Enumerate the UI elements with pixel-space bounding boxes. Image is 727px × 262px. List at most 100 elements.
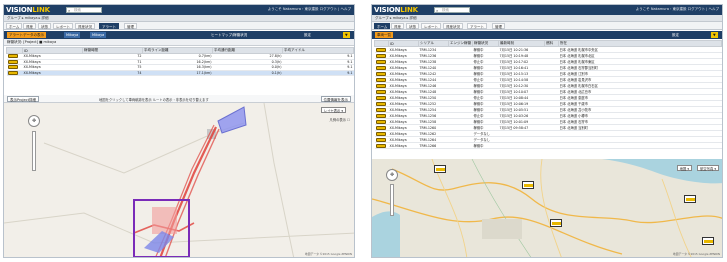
tab-alerts[interactable]: アラート [467, 23, 487, 29]
top-bar: VISIONLINK ⌕ 検索 ようこそ Nakamura・東京建設 ログアウト… [372, 5, 722, 15]
tab-home[interactable]: ホーム [6, 23, 23, 29]
truck-icon [375, 119, 386, 124]
breadcrumb: グループ ▸ mikaya ▸ 詳細 [4, 15, 354, 22]
vehicle-marker[interactable] [702, 237, 714, 245]
truck-icon [375, 101, 386, 106]
tab-asset-status[interactable]: 資産状況 [75, 23, 95, 29]
asset-table: ID 稼働時間 平均ライン距離 平均通行距離 平均アイドル XX-Mikaya … [6, 47, 354, 76]
search-icon: ⌕ [68, 8, 71, 13]
vehicle-icon [374, 142, 389, 149]
table-row-selected[interactable]: XX-Mikaya 74 17.1(km) 0.1(h) 9.1 [6, 70, 354, 76]
project-bar: 稼働状況: [Project] ■ mikaya [4, 39, 354, 46]
project-bar-text: 稼働状況: [Project] ■ mikaya [7, 40, 57, 44]
alert-data-button[interactable]: アラートデータの表示 [7, 32, 46, 38]
table-body: XX-Mikaya TRM-1234 稼働中 7月15日 10:21:36 日本 北海道… [374, 46, 722, 149]
truck-icon [375, 125, 386, 130]
vehicle-marker[interactable] [550, 219, 562, 227]
tab-reports[interactable]: レポート [421, 23, 441, 29]
layer-button[interactable]: レイヤ表示 ▾ [320, 107, 346, 113]
tab-alerts[interactable]: アラート [99, 23, 119, 29]
main-tabs: ホーム 資産 状態 レポート 資産状況 アラート 管理 [4, 22, 354, 30]
asset-list-button[interactable]: 車両一覧 [375, 32, 393, 38]
search-placeholder: 検索 [442, 8, 449, 12]
map-toolbar: 表示Project詳細 地図をクリックして車両軌跡を表示 ルートの表示・非表示を… [4, 95, 354, 103]
logo[interactable]: VISIONLINK [374, 6, 418, 14]
zoom-slider[interactable] [390, 184, 394, 216]
user-info[interactable]: ようこそ Nakamura・東京建設 ログアウト | ヘルプ [636, 7, 719, 12]
cell-location [558, 142, 722, 149]
sea-area [372, 211, 400, 257]
search-icon: ⌕ [436, 8, 439, 13]
tab-admin[interactable]: 管理 [492, 23, 505, 29]
truck-icon [375, 47, 386, 52]
top-bar: VISIONLINK ⌕ 検索 ようこそ Nakamura・東京建設 ログアウト… [4, 5, 354, 15]
breadcrumb: グループ ▸ mikaya ▸ 詳細 [372, 15, 722, 22]
cell-serial: TRM-1266 [418, 142, 449, 149]
asset-map[interactable]: ✥ 地図 ▾ 航空写真 ▾ 地図データ ©2015 Google ZENRIN [372, 159, 722, 257]
location-info-button[interactable]: 位置情報を表示 [320, 96, 351, 102]
tab-reports[interactable]: レポート [53, 23, 73, 29]
cell-idle: 9.1 [282, 70, 354, 76]
map-type-button[interactable]: 地図 ▾ [676, 165, 692, 171]
truck-icon [375, 71, 386, 76]
project-select-2[interactable]: Mikaya [90, 32, 107, 38]
breadcrumb-text[interactable]: グループ ▸ mikaya ▸ 詳細 [7, 16, 48, 21]
compass-icon: ✥ [32, 118, 37, 124]
logo-text-1: VISION [6, 6, 33, 14]
pan-control[interactable]: ✥ [28, 115, 40, 127]
project-detail-button[interactable]: 表示Project詳細 [7, 96, 39, 102]
truck-icon [7, 59, 18, 64]
map-canvas[interactable] [4, 103, 354, 257]
cell-engine [448, 142, 473, 149]
truck-icon [375, 143, 386, 148]
vehicle-marker[interactable] [434, 165, 446, 173]
map-copyright: 地図データ ©2015 Google ZENRIN [304, 252, 352, 256]
project-select-1[interactable]: Mikaya [64, 32, 81, 38]
user-info[interactable]: ようこそ Nakamura・東京建設 ログアウト | ヘルプ [268, 7, 351, 12]
tab-admin[interactable]: 管理 [124, 23, 137, 29]
logo[interactable]: VISIONLINK [6, 6, 50, 14]
truck-icon [375, 53, 386, 58]
truck-icon [7, 65, 18, 70]
tab-assets[interactable]: 資産 [391, 23, 404, 29]
cell-line-distance: 17.1(km) [142, 70, 213, 76]
settings-button[interactable]: 設定 [670, 32, 681, 38]
left-panel: VISIONLINK ⌕ 検索 ようこそ Nakamura・東京建設 ログアウト… [3, 4, 355, 258]
satellite-button[interactable]: 航空写真 ▾ [697, 165, 719, 171]
pan-control[interactable]: ✥ [386, 169, 398, 181]
table-row[interactable]: XX-Mikaya TRM-1266 稼働中 [374, 142, 722, 149]
vehicle-marker[interactable] [684, 195, 696, 203]
map-background [4, 103, 354, 257]
tab-home[interactable]: ホーム [374, 23, 391, 29]
legend-toggle[interactable]: 凡例の表示 ☐ [330, 117, 351, 122]
tab-status[interactable]: 状態 [406, 23, 419, 29]
route-map[interactable]: 表示Project詳細 地図をクリックして車両軌跡を表示 ルートの表示・非表示を… [4, 95, 354, 257]
geofence-red[interactable] [152, 207, 177, 234]
zoom-slider[interactable] [32, 131, 36, 171]
tab-status[interactable]: 状態 [38, 23, 51, 29]
map-canvas[interactable] [372, 159, 722, 257]
asset-table: ID シリアル エンジン稼働 稼働状況 最新時刻 燃料 所在 XX-Mikaya… [374, 40, 722, 149]
toolbar: 車両一覧 設定 ▼ [372, 31, 722, 39]
col-engine[interactable]: エンジン稼働 [448, 40, 473, 47]
breadcrumb-text[interactable]: グループ ▸ mikaya ▸ 詳細 [375, 16, 416, 21]
truck-icon [7, 54, 18, 59]
truck-icon [375, 95, 386, 100]
tab-assets[interactable]: 資産 [23, 23, 36, 29]
filter-icon[interactable]: ▼ [343, 32, 350, 38]
right-panel: VISIONLINK ⌕ 検索 ようこそ Nakamura・東京建設 ログアウト… [371, 4, 723, 258]
logo-text-1: VISION [374, 6, 401, 14]
logo-text-2: LINK [400, 6, 418, 14]
truck-icon [436, 168, 445, 171]
search-input[interactable]: ⌕ 検索 [434, 7, 470, 13]
truck-icon [552, 222, 561, 225]
map-copyright: 地図データ ©2015 Google ZENRIN [672, 252, 720, 256]
tab-asset-status[interactable]: 資産状況 [443, 23, 463, 29]
search-input[interactable]: ⌕ 検索 [66, 7, 102, 13]
vehicle-marker[interactable] [522, 181, 534, 189]
logo-text-2: LINK [32, 6, 50, 14]
heatmap-button[interactable]: ヒートマップ/稼働状況 [209, 32, 249, 38]
filter-icon[interactable]: ▼ [711, 32, 718, 38]
settings-button[interactable]: 設定 [302, 32, 313, 38]
truck-icon [375, 65, 386, 70]
